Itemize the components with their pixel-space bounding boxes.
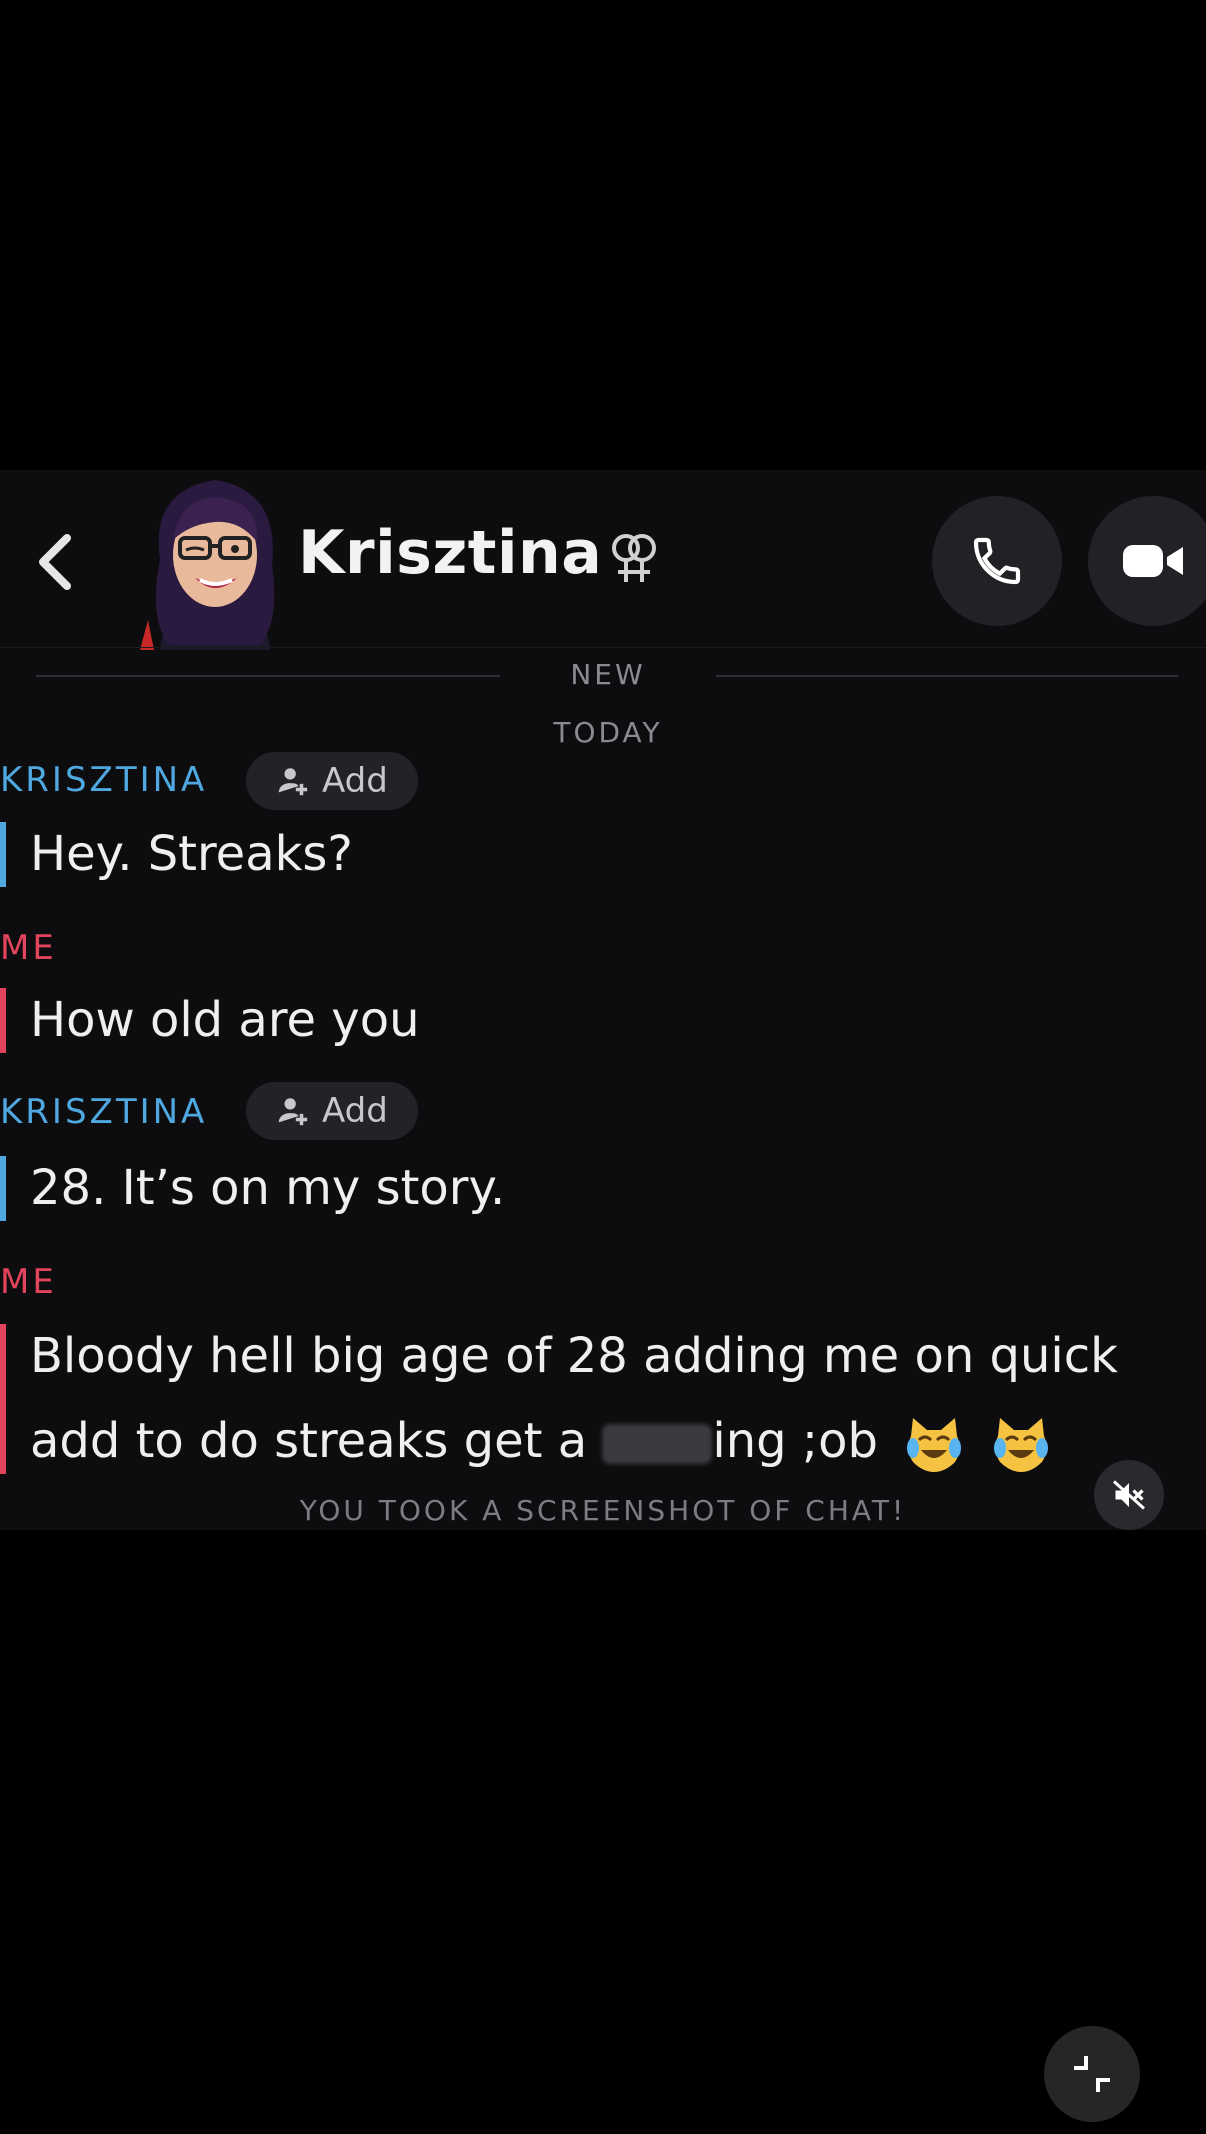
message-accent-bar	[0, 1156, 6, 1221]
new-separator-label: NEW	[570, 658, 646, 691]
sender-label: ME	[0, 1262, 57, 1302]
chevron-left-icon	[39, 534, 71, 590]
message-text-line-1: Bloody hell big age of 28 adding me on q…	[30, 1328, 1118, 1384]
crying-laughing-cat-icon	[907, 1418, 962, 1472]
add-friend-button[interactable]: Add	[246, 1082, 418, 1140]
screenshot-notice: YOU TOOK A SCREENSHOT OF CHAT!	[299, 1494, 907, 1527]
sender-label: ME	[0, 928, 57, 968]
back-button[interactable]	[30, 532, 80, 592]
separator-line-left	[36, 675, 500, 677]
phone-icon	[973, 537, 1021, 585]
message-accent-bar	[0, 822, 6, 887]
message-accent-bar	[0, 1324, 6, 1474]
add-friend-icon	[278, 1098, 308, 1126]
separator-line-right	[716, 675, 1178, 677]
today-separator-label: TODAY	[553, 716, 663, 749]
chat-message[interactable]: Hey. Streaks?	[0, 812, 353, 897]
message-text-line-2: add to do streaks get a ing ;ob	[30, 1399, 1206, 1484]
message-text: Hey. Streaks?	[30, 826, 353, 882]
contact-name[interactable]: Krisztina	[298, 518, 602, 588]
add-label: Add	[322, 1091, 388, 1131]
video-camera-icon	[1123, 545, 1183, 577]
female-female-icon	[606, 530, 662, 586]
mute-button[interactable]	[1094, 1460, 1164, 1530]
header-divider	[0, 647, 1206, 648]
message-text-after-redaction: ing ;ob	[712, 1413, 878, 1469]
avatar[interactable]	[140, 470, 290, 650]
exit-fullscreen-icon	[1074, 2056, 1110, 2092]
chat-message[interactable]: Bloody hell big age of 28 adding me on q…	[0, 1314, 1206, 1484]
sender-label: KRISZTINA	[0, 1092, 208, 1132]
call-button[interactable]	[932, 496, 1062, 626]
add-label: Add	[322, 761, 388, 801]
bitmoji-avatar-image	[140, 480, 275, 650]
message-accent-bar	[0, 988, 6, 1053]
chat-message[interactable]: 28. It’s on my story.	[0, 1146, 505, 1231]
add-friend-icon	[278, 768, 308, 796]
add-friend-button[interactable]: Add	[246, 752, 418, 810]
message-text: 28. It’s on my story.	[30, 1160, 506, 1216]
crying-laughing-cat-icon	[994, 1418, 1049, 1472]
sender-label: KRISZTINA	[0, 760, 208, 800]
message-text: How old are you	[30, 992, 420, 1048]
chat-message[interactable]: How old are you	[0, 978, 419, 1063]
redacted-word	[602, 1424, 713, 1464]
exit-fullscreen-button[interactable]	[1044, 2026, 1140, 2122]
muted-speaker-icon	[1112, 1480, 1146, 1510]
message-text-before-redaction: add to do streaks get a	[30, 1413, 588, 1469]
video-call-button[interactable]	[1088, 496, 1206, 626]
